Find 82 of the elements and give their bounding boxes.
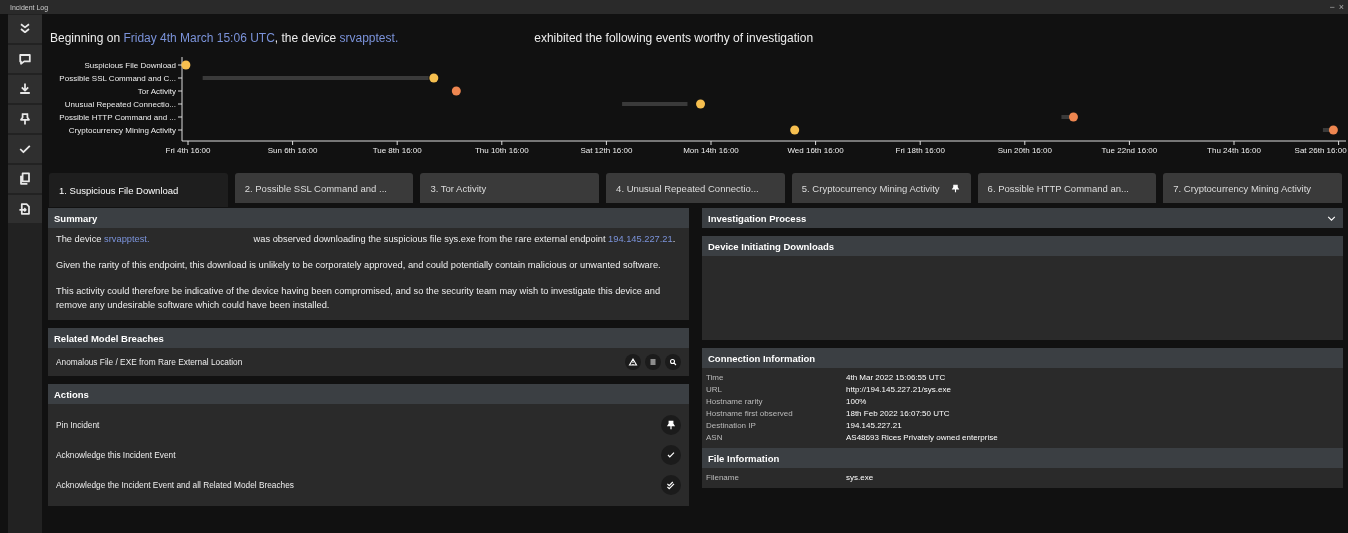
pin-icon	[17, 111, 33, 127]
pin-icon	[949, 182, 961, 194]
panel-title: Related Model Breaches	[54, 332, 164, 344]
headline-link[interactable]: srvapptest.	[339, 31, 399, 45]
incident-tab[interactable]: 3. Tor Activity	[420, 173, 600, 203]
export-button[interactable]	[8, 195, 42, 223]
pin-icon	[665, 419, 677, 431]
chevrons-button[interactable]	[8, 15, 42, 43]
headline-link[interactable]: Friday 4th March 15:06 UTC	[123, 31, 275, 45]
row-label: Cryptocurrency Mining Activity	[68, 126, 176, 135]
check-button[interactable]	[661, 445, 681, 465]
headline-text: Beginning on Friday 4th March 15:06 UTC, the device srvapptest. exhibited the following events worthy of investigation	[50, 31, 815, 45]
pin-button[interactable]	[661, 415, 681, 435]
field-value: sys.exe	[846, 473, 875, 482]
incident-tab[interactable]: 6. Possible HTTP Command an...	[977, 173, 1157, 203]
field-value: 100%	[846, 397, 868, 406]
date-label: Wed 16th 16:00	[787, 146, 844, 155]
date-label: Sun 6th 16:00	[267, 146, 318, 155]
check-button[interactable]	[8, 135, 42, 163]
date-label: Tue 22nd 16:00	[1101, 146, 1158, 155]
field-label: Hostname first observed	[706, 409, 794, 418]
date-label: Sun 20th 16:00	[997, 146, 1052, 155]
field-label: Destination IP	[706, 421, 757, 430]
field-label: Hostname rarity	[706, 397, 764, 406]
download-icon	[17, 81, 33, 97]
field-label: URL	[706, 385, 723, 394]
breach-name: Anomalous File / EXE from Rare External Location	[56, 357, 243, 367]
panel-title: Actions	[54, 388, 89, 400]
incident-tab[interactable]: 7. Cryptocurrency Mining Activity	[1163, 173, 1342, 203]
pin-button[interactable]	[8, 105, 42, 133]
double-check-icon	[665, 479, 677, 491]
field-value: 4th Mar 2022 15:06:55 UTC	[846, 373, 947, 382]
field-label: Filename	[706, 473, 740, 482]
incident-tab[interactable]: 2. Possible SSL Command and ...	[234, 173, 414, 203]
search-icon	[668, 357, 678, 367]
copy-icon	[17, 171, 33, 187]
field-value: AS48693 Rices Privately owned enterprise	[846, 433, 999, 442]
double-check-button[interactable]	[661, 475, 681, 495]
row-label: Possible SSL Command and C...	[59, 74, 176, 83]
summary-paragraph: This activity could therefore be indicative of the device having been compromised, and so the security team may wish to investigate this device and remove any undesirable software which could have been installed.	[56, 285, 662, 312]
row-label: Unusual Repeated Connectio...	[64, 100, 176, 109]
date-label: Sat 12th 16:00	[580, 146, 633, 155]
date-label: Fri 18th 16:00	[895, 146, 945, 155]
download-button[interactable]	[8, 75, 42, 103]
field-value: 194.145.227.21	[846, 421, 903, 430]
summary-paragraph: Given the rarity of this endpoint, this download is unlikely to be corporately approved, and could potentially contain malicious or unwanted software.	[56, 259, 662, 272]
summary-link[interactable]: 194.145.227.21	[608, 234, 673, 244]
chat-icon	[17, 51, 33, 67]
action-label: Acknowledge this Incident Event	[56, 450, 176, 460]
export-icon	[17, 201, 33, 217]
field-value: 18th Feb 2022 16:07:50 UTC	[846, 409, 951, 418]
action-label: Acknowledge the Incident Event and all Related Model Breaches	[56, 480, 294, 490]
summary-paragraph: The device srvapptest. was observed downloading the suspicious file sys.exe from the rare external endpoint 194.145.227.21.	[56, 233, 677, 246]
field-value: http://194.145.227.21/sys.exe	[846, 385, 952, 394]
date-label: Tue 8th 16:00	[372, 146, 422, 155]
date-label: Fri 4th 16:00	[165, 146, 211, 155]
window-control[interactable]: ×	[1338, 2, 1344, 12]
incident-tab[interactable]: 5. Cryptocurrency Mining Activity	[791, 173, 971, 203]
search-button[interactable]	[665, 354, 681, 370]
date-label: Thu 24th 16:00	[1207, 146, 1261, 155]
panel-title: File Information	[708, 452, 780, 464]
panel-title: Connection Information	[708, 352, 816, 364]
warning-button[interactable]	[625, 354, 641, 370]
row-label: Tor Activity	[137, 87, 176, 96]
summary-link[interactable]: srvapptest.	[104, 234, 150, 244]
field-label: Time	[706, 373, 725, 382]
investigation-process-header[interactable]: Investigation Process	[702, 208, 1343, 228]
chat-button[interactable]	[8, 45, 42, 73]
row-label: Suspicious File Download	[84, 61, 176, 70]
panel-title: Device Initiating Downloads	[708, 240, 835, 252]
date-label: Sat 26th 16:00	[1294, 146, 1347, 155]
incident-tab[interactable]: 4. Unusual Repeated Connectio...	[606, 173, 785, 203]
date-label: Thu 10th 16:00	[474, 146, 529, 155]
date-label: Mon 14th 16:00	[683, 146, 739, 155]
window-control[interactable]: −	[1329, 2, 1335, 12]
field-label: ASN	[706, 433, 724, 442]
incident-tab[interactable]: 1. Suspicious File Download	[49, 173, 228, 207]
panel-title: Summary	[54, 212, 98, 224]
row-label: Possible HTTP Command and ...	[59, 113, 176, 122]
warning-icon	[628, 357, 638, 367]
copy-button[interactable]	[8, 165, 42, 193]
action-label: Pin Incident	[56, 420, 100, 430]
